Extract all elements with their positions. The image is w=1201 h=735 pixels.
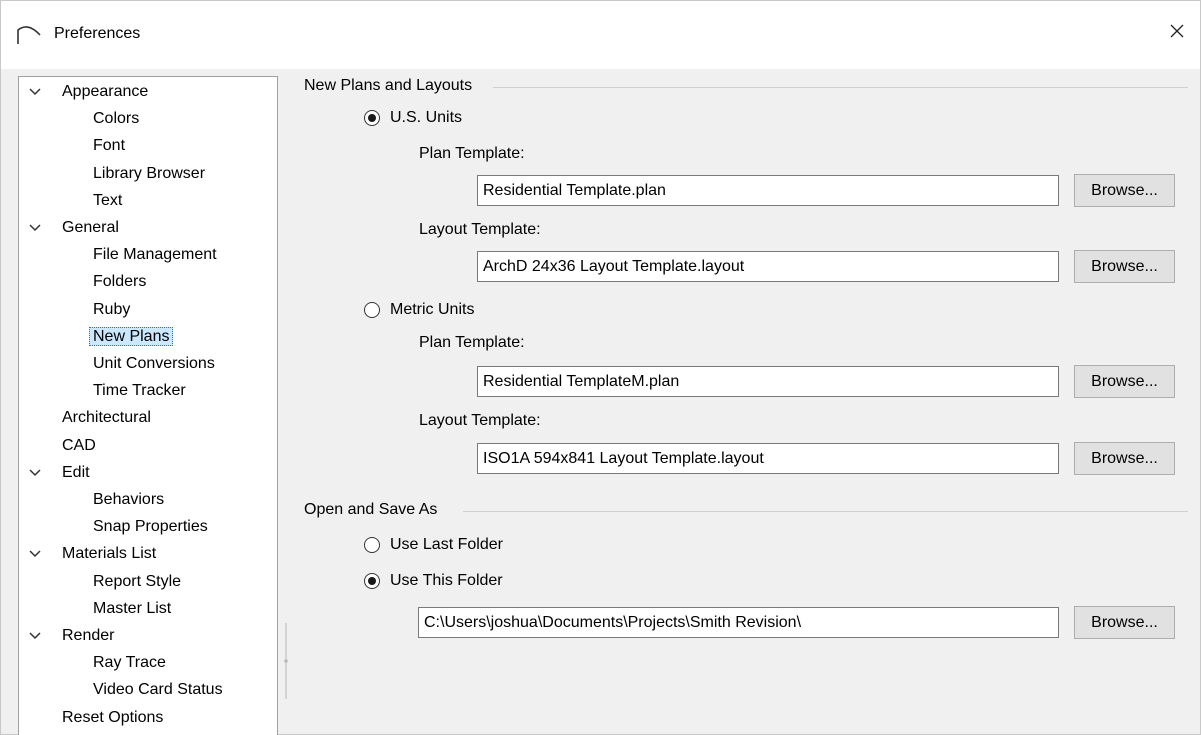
- radio-checked-icon: [364, 110, 380, 126]
- tree-item-behaviors[interactable]: Behaviors: [93, 487, 164, 513]
- chevron-down-icon[interactable]: [28, 215, 42, 241]
- tree-item-label: Behaviors: [93, 491, 165, 508]
- metric-layout-browse-button[interactable]: Browse...: [1074, 442, 1175, 475]
- tree-item-appearance[interactable]: Appearance: [62, 79, 148, 105]
- tree-item-label: General: [62, 219, 119, 236]
- folder-path-field[interactable]: C:\Users\joshua\Documents\Projects\Smith…: [418, 607, 1059, 638]
- new-plans-group-title: New Plans and Layouts: [304, 77, 473, 94]
- folder-browse-button[interactable]: Browse...: [1074, 606, 1175, 639]
- tree-item-label: Ray Trace: [93, 654, 166, 672]
- tree-item-label: Render: [62, 627, 115, 644]
- us-plan-template-label: Plan Template:: [419, 145, 525, 162]
- tree-item-label: Font: [93, 137, 126, 155]
- new-plans-panel: New Plans and Layouts U.S. Units Plan Te…: [291, 69, 1201, 735]
- tree-item-label: Appearance: [62, 83, 149, 100]
- title-bar: Preferences: [1, 1, 1200, 69]
- tree-item-time-tracker[interactable]: Time Tracker: [93, 378, 186, 404]
- tree-item-label: Snap Properties: [93, 518, 208, 536]
- chevron-down-icon[interactable]: [28, 460, 42, 486]
- chevron-down-icon[interactable]: [28, 623, 42, 649]
- use-this-folder-radio[interactable]: Use This Folder: [364, 569, 503, 593]
- tree-item-report-style[interactable]: Report Style: [93, 569, 181, 595]
- tree-item-new-plans[interactable]: New Plans: [89, 324, 174, 350]
- metric-plan-browse-button[interactable]: Browse...: [1074, 365, 1175, 398]
- tree-item-label: Folders: [93, 273, 147, 291]
- tree-item-materials-list[interactable]: Materials List: [62, 541, 156, 567]
- tree-item-architectural[interactable]: Architectural: [62, 405, 151, 431]
- use-last-folder-radio[interactable]: Use Last Folder: [364, 533, 503, 557]
- group-divider: [463, 511, 1188, 512]
- us-layout-template-field[interactable]: ArchD 24x36 Layout Template.layout: [477, 251, 1059, 282]
- preferences-dialog: Preferences Appearance Colors Font Library …: [0, 0, 1201, 735]
- tree-item-colors[interactable]: Colors: [93, 106, 139, 132]
- us-plan-browse-button[interactable]: Browse...: [1074, 174, 1175, 207]
- tree-item-label: Report Style: [93, 572, 182, 590]
- panel-splitter[interactable]: [284, 623, 288, 699]
- window-title: Preferences: [54, 25, 141, 42]
- metric-plan-template-label: Plan Template:: [419, 334, 525, 351]
- tree-item-label: Edit: [62, 463, 90, 481]
- tree-item-text[interactable]: Text: [93, 188, 122, 214]
- radio-unchecked-icon: [364, 537, 380, 553]
- chevron-down-icon[interactable]: [28, 541, 42, 567]
- tree-item-unit-conversions[interactable]: Unit Conversions: [93, 351, 215, 377]
- tree-item-folders[interactable]: Folders: [93, 269, 146, 295]
- tree-item-label: Architectural: [62, 409, 151, 427]
- tree-item-edit[interactable]: Edit: [62, 460, 90, 486]
- us-plan-template-field[interactable]: Residential Template.plan: [477, 175, 1059, 206]
- close-icon: [1169, 23, 1185, 44]
- tree-item-reset-options[interactable]: Reset Options: [62, 705, 163, 731]
- tree-item-video-card-status[interactable]: Video Card Status: [93, 677, 223, 703]
- tree-item-label: Reset Options: [62, 708, 164, 726]
- us-units-radio[interactable]: U.S. Units: [364, 106, 462, 130]
- tree-item-label: CAD: [62, 436, 96, 454]
- close-button[interactable]: [1154, 15, 1200, 51]
- tree-item-label: Ruby: [93, 300, 131, 318]
- tree-item-label: Time Tracker: [93, 382, 186, 400]
- tree-item-library-browser[interactable]: Library Browser: [93, 161, 205, 187]
- open-save-group-title: Open and Save As: [304, 501, 438, 518]
- tree-item-label: Text: [93, 191, 123, 209]
- radio-unchecked-icon: [364, 302, 380, 318]
- tree-item-label: Unit Conversions: [93, 355, 215, 372]
- us-layout-template-label: Layout Template:: [419, 221, 541, 238]
- tree-item-label: Library Browser: [93, 164, 206, 182]
- chevron-down-icon[interactable]: [28, 79, 42, 105]
- us-units-label: U.S. Units: [390, 109, 463, 126]
- preferences-tree[interactable]: Appearance Colors Font Library Browser Text G…: [18, 76, 278, 735]
- metric-units-label: Metric Units: [390, 301, 475, 318]
- tree-item-ray-trace[interactable]: Ray Trace: [93, 650, 166, 676]
- metric-layout-template-label: Layout Template:: [419, 412, 541, 429]
- tree-item-snap-properties[interactable]: Snap Properties: [93, 514, 208, 540]
- metric-layout-template-field[interactable]: ISO1A 594x841 Layout Template.layout: [477, 443, 1059, 474]
- metric-units-radio[interactable]: Metric Units: [364, 298, 474, 322]
- use-last-folder-label: Use Last Folder: [390, 536, 503, 553]
- arc-logo-icon: [15, 21, 45, 45]
- tree-item-font[interactable]: Font: [93, 133, 125, 159]
- tree-item-ruby[interactable]: Ruby: [93, 297, 130, 323]
- metric-plan-template-field[interactable]: Residential TemplateM.plan: [477, 366, 1059, 397]
- tree-item-label: Colors: [93, 110, 140, 128]
- tree-item-label: Materials List: [62, 545, 157, 563]
- tree-item-label: Master List: [93, 599, 172, 617]
- group-divider: [493, 87, 1188, 88]
- tree-item-general[interactable]: General: [62, 215, 119, 241]
- tree-item-label: File Management: [93, 246, 217, 264]
- us-layout-browse-button[interactable]: Browse...: [1074, 250, 1175, 283]
- tree-item-label: Video Card Status: [93, 681, 223, 699]
- use-this-folder-label: Use This Folder: [390, 572, 503, 589]
- tree-item-label: New Plans: [89, 326, 174, 346]
- tree-item-cad[interactable]: CAD: [62, 433, 96, 459]
- tree-item-render[interactable]: Render: [62, 623, 114, 649]
- radio-checked-icon: [364, 573, 380, 589]
- tree-item-file-management[interactable]: File Management: [93, 242, 217, 268]
- tree-item-master-list[interactable]: Master List: [93, 596, 171, 622]
